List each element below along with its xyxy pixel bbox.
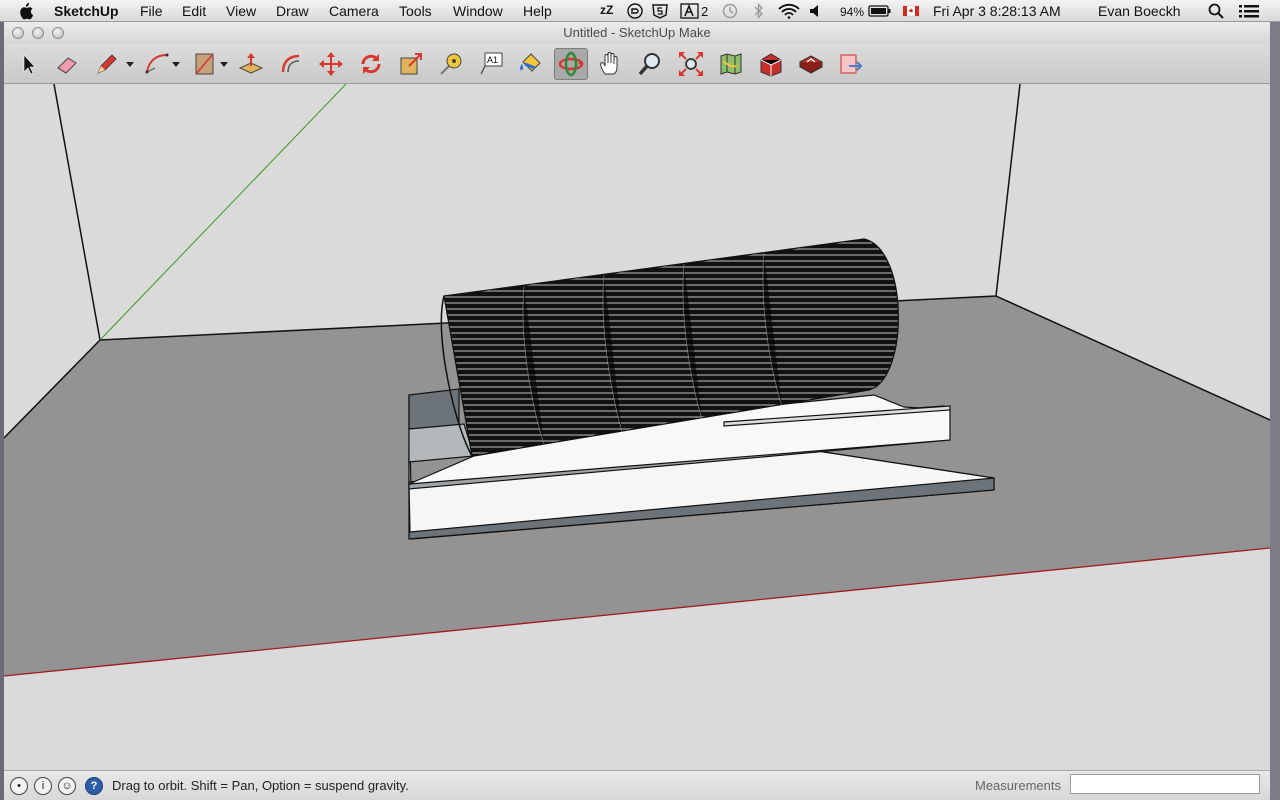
menu-view[interactable]: View xyxy=(226,2,256,20)
send-to-layout-tool[interactable] xyxy=(834,48,868,80)
status-bar: • i ☺ ? Drag to orbit. Shift = Pan, Opti… xyxy=(4,770,1270,800)
bluetooth-icon[interactable] xyxy=(752,3,766,19)
map-icon xyxy=(720,53,742,75)
title-bar[interactable]: Untitled - SketchUp Make xyxy=(4,22,1270,44)
apple-menu-icon[interactable] xyxy=(18,2,34,20)
hand-tray-icon[interactable] xyxy=(626,3,644,19)
menu-draw[interactable]: Draw xyxy=(276,2,309,20)
magnifier-icon xyxy=(638,53,660,76)
measurements-label: Measurements xyxy=(975,778,1061,793)
sleep-zz-icon[interactable]: zZ xyxy=(600,3,613,19)
orbit-icon xyxy=(558,51,584,77)
add-location-tool[interactable] xyxy=(714,48,748,80)
shape-tool[interactable] xyxy=(188,48,222,80)
user-account-icon[interactable]: ☺ xyxy=(58,777,76,795)
offset-tool[interactable] xyxy=(274,48,308,80)
arrow-icon xyxy=(23,54,36,75)
select-tool[interactable] xyxy=(10,48,44,80)
menu-tools[interactable]: Tools xyxy=(399,2,432,20)
hand-icon xyxy=(600,52,618,75)
scale-tool[interactable] xyxy=(394,48,428,80)
rotate-icon xyxy=(361,54,381,74)
eraser-tool[interactable] xyxy=(50,48,84,80)
battery-icon[interactable] xyxy=(868,3,892,19)
move-tool[interactable] xyxy=(314,48,348,80)
push-pull-tool[interactable] xyxy=(234,48,268,80)
geolocation-icon[interactable]: • xyxy=(10,777,28,795)
user-name[interactable]: Evan Boeckh xyxy=(1098,2,1181,20)
arc-tool[interactable] xyxy=(140,48,174,80)
paint-bucket-tool[interactable] xyxy=(514,48,548,80)
scale-icon xyxy=(400,53,422,75)
menu-window[interactable]: Window xyxy=(453,2,503,20)
3d-scene[interactable] xyxy=(4,84,1270,770)
eraser-icon xyxy=(57,57,77,74)
line-tool-dropdown-icon[interactable] xyxy=(126,62,134,67)
menu-edit[interactable]: Edit xyxy=(182,2,206,20)
measurements-input[interactable] xyxy=(1070,774,1260,794)
desktop-background xyxy=(1270,22,1280,800)
zoom-button[interactable] xyxy=(52,27,64,39)
arc-icon xyxy=(145,53,169,74)
notification-count: 2 xyxy=(701,4,709,19)
canada-flag-icon[interactable] xyxy=(903,3,919,19)
text-icon: A1 xyxy=(480,52,503,75)
pencil-icon xyxy=(97,54,117,74)
arc-tool-dropdown-icon[interactable] xyxy=(172,62,180,67)
toolbar: A1 xyxy=(4,44,1270,84)
shield-s-icon[interactable] xyxy=(651,3,669,19)
zoom-extents-icon xyxy=(679,52,703,76)
minimize-button[interactable] xyxy=(32,27,44,39)
pan-tool[interactable] xyxy=(594,48,628,80)
push-pull-icon xyxy=(238,53,264,74)
move-icon xyxy=(319,52,343,76)
layout-icon xyxy=(840,54,863,74)
sketchup-window: Untitled - SketchUp Make A1 • i ☺ ? Drag… xyxy=(4,22,1270,800)
orbit-tool[interactable] xyxy=(554,48,588,80)
spotlight-search-icon[interactable] xyxy=(1208,3,1224,19)
zoom-extents-tool[interactable] xyxy=(674,48,708,80)
volume-icon[interactable] xyxy=(808,3,824,19)
menu-help[interactable]: Help xyxy=(523,2,552,20)
modeling-viewport[interactable] xyxy=(4,84,1270,770)
window-title: Untitled - SketchUp Make xyxy=(563,25,711,40)
line-tool[interactable] xyxy=(90,48,124,80)
notification-center-icon[interactable] xyxy=(1238,3,1260,19)
tape-measure-tool[interactable] xyxy=(434,48,468,80)
time-machine-icon[interactable] xyxy=(721,3,739,19)
text-tool[interactable]: A1 xyxy=(474,48,508,80)
svg-text:A1: A1 xyxy=(487,55,498,65)
menubar-clock[interactable]: Fri Apr 3 8:28:13 AM xyxy=(933,2,1061,20)
shape-tool-dropdown-icon[interactable] xyxy=(220,62,228,67)
offset-icon xyxy=(281,54,300,73)
menu-file[interactable]: File xyxy=(140,2,163,20)
share-model-icon xyxy=(798,55,824,74)
close-button[interactable] xyxy=(12,27,24,39)
paint-bucket-icon xyxy=(520,53,541,72)
3d-warehouse-tool[interactable] xyxy=(754,48,788,80)
warehouse-icon xyxy=(760,53,782,77)
menu-camera[interactable]: Camera xyxy=(329,2,379,20)
adobe-icon[interactable] xyxy=(680,3,700,19)
status-hint: Drag to orbit. Shift = Pan, Option = sus… xyxy=(112,778,409,793)
app-menu[interactable]: SketchUp xyxy=(54,2,119,20)
zoom-tool[interactable] xyxy=(634,48,668,80)
share-model-tool[interactable] xyxy=(794,48,828,80)
rectangle-icon xyxy=(195,53,214,75)
wifi-icon[interactable] xyxy=(778,3,800,19)
help-icon[interactable]: ? xyxy=(85,777,103,795)
tape-measure-icon xyxy=(440,53,462,75)
battery-percent: 94% xyxy=(840,5,865,19)
credits-icon[interactable]: i xyxy=(34,777,52,795)
rotate-tool[interactable] xyxy=(354,48,388,80)
menu-bar: SketchUp File Edit View Draw Camera Tool… xyxy=(0,0,1280,22)
